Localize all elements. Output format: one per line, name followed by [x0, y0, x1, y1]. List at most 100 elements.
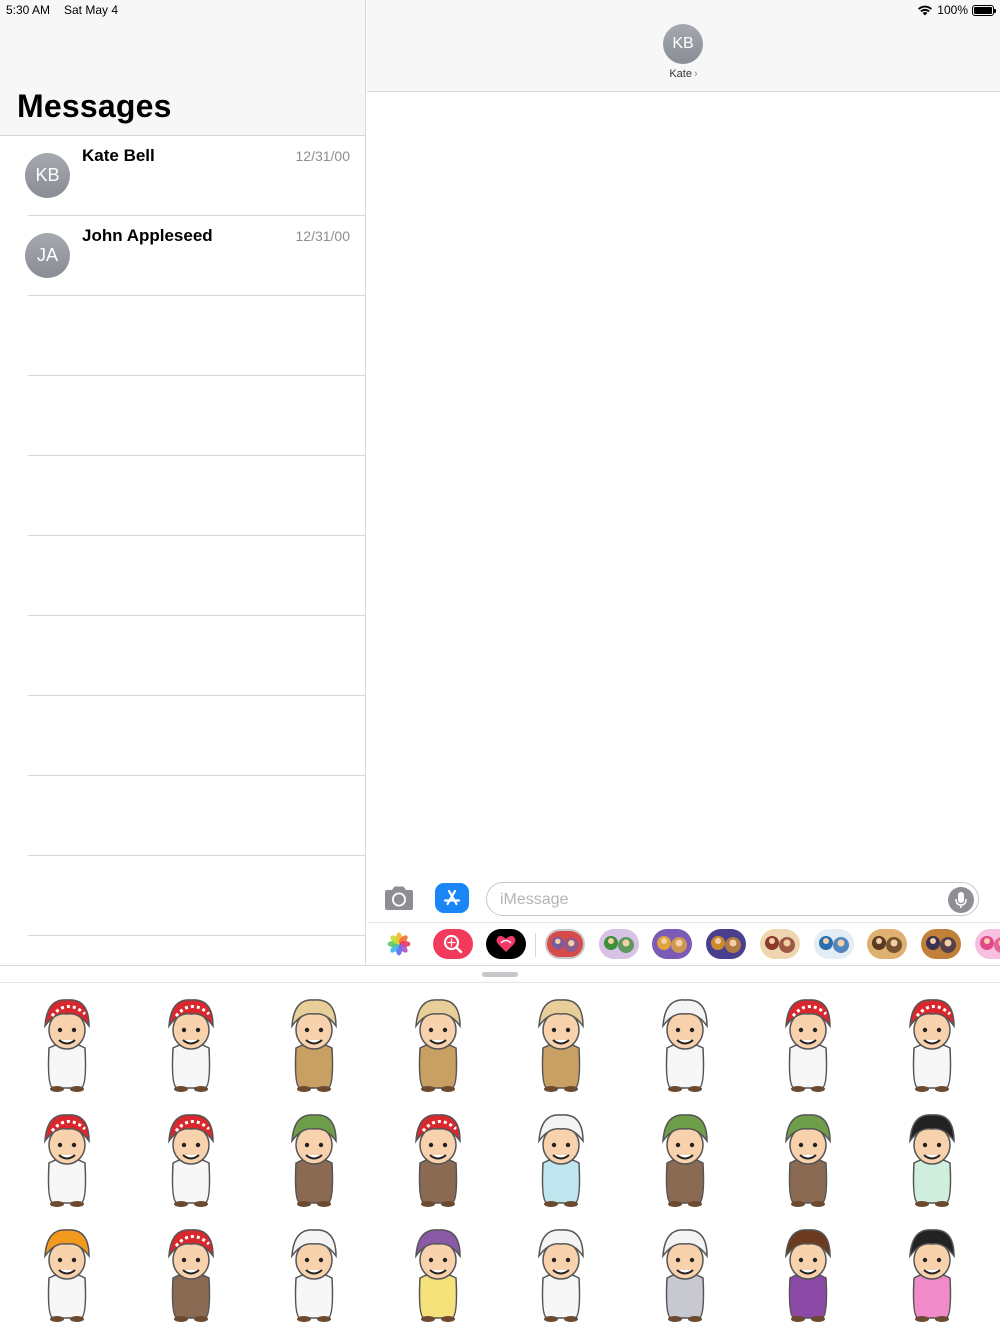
- message-input[interactable]: iMessage: [486, 882, 979, 916]
- drawer-divider: [0, 982, 1000, 983]
- status-time: 5:30 AM: [6, 3, 51, 17]
- sticker-boy-waving-tan[interactable]: [502, 986, 620, 1098]
- conversation-name: John Appleseed: [82, 226, 213, 245]
- sticker-girl-hijab-pink-image: [908, 1229, 955, 1322]
- photos-app-button[interactable]: [379, 929, 419, 959]
- sticker-man-dancing-red-ghutra-image: [785, 999, 831, 1092]
- sticker-pack-6-icon: [818, 936, 849, 953]
- sticker-app-drawer: [0, 965, 1000, 1334]
- sticker-pack-2-button[interactable]: [598, 929, 639, 959]
- conversation-row-john-appleseed[interactable]: JA John Appleseed 12/31/00: [0, 216, 365, 296]
- sticker-man-glasses-light-blue-image: [538, 1114, 584, 1207]
- sticker-girl-hijab-pink[interactable]: [873, 1216, 991, 1328]
- sticker-man-reading-newspaper-image: [44, 1229, 90, 1322]
- sticker-boy-red-ghutra-sitting-image: [44, 999, 90, 1092]
- app-store-icon: [443, 889, 461, 906]
- contact-name: Kate: [669, 68, 692, 80]
- sticker-man-yellow-robe-image: [414, 1229, 461, 1322]
- sticker-boy-red-ghutra-standing[interactable]: [132, 986, 250, 1098]
- sticker-man-green-turban-brown[interactable]: [255, 1101, 373, 1213]
- sticker-pack-7-button[interactable]: [867, 929, 908, 959]
- sticker-boy-jumping-red-ghutra[interactable]: [379, 1101, 497, 1213]
- microphone-icon: [955, 892, 967, 908]
- sticker-pack-8-icon: [925, 936, 956, 953]
- sticker-man-yellow-robe[interactable]: [379, 1216, 497, 1328]
- dictation-button[interactable]: [948, 887, 974, 913]
- sticker-boy-turban-brown-robe-image: [291, 999, 337, 1092]
- digital-touch-app-button[interactable]: [486, 929, 526, 959]
- empty-row: [0, 616, 365, 696]
- sticker-pack-8-button[interactable]: [920, 929, 961, 959]
- sticker-girl-flag-purple-dress-image: [785, 1229, 831, 1322]
- camera-button[interactable]: [382, 884, 416, 912]
- sticker-pack-1-button[interactable]: [545, 929, 585, 959]
- camera-icon: [385, 886, 413, 910]
- sticker-chef-thinking[interactable]: [255, 1216, 373, 1328]
- avatar: JA: [25, 233, 70, 278]
- search-images-app-icon: [443, 934, 463, 954]
- sticker-man-green-turban-brown-image: [291, 1114, 337, 1207]
- conversation-date: 12/31/00: [295, 148, 351, 164]
- sticker-boy-red-ghutra-sitting[interactable]: [8, 986, 126, 1098]
- sticker-man-orange-face-green-robe[interactable]: [873, 1101, 991, 1213]
- sticker-pack-2-icon: [603, 936, 634, 953]
- sticker-boy-backpack-running-image: [414, 999, 461, 1092]
- sticker-girl-flag-purple-dress[interactable]: [749, 1216, 867, 1328]
- sticker-man-reading-newspaper[interactable]: [8, 1216, 126, 1328]
- sticker-man-white-cap-standing[interactable]: [502, 1216, 620, 1328]
- sticker-man-green-cap-brown-image: [661, 1114, 708, 1207]
- sticker-man-waving-white[interactable]: [132, 1101, 250, 1213]
- photos-app-icon: [387, 932, 411, 956]
- conversation-row-kate-bell[interactable]: KB Kate Bell 12/31/00: [0, 136, 365, 216]
- contact-name-link[interactable]: Kate ›: [367, 68, 1000, 80]
- sticker-man-glasses-light-blue[interactable]: [502, 1101, 620, 1213]
- sticker-man-red-ghutra-thinking-image: [44, 1114, 90, 1207]
- sticker-man-red-ghutra-pointing[interactable]: [873, 986, 991, 1098]
- sticker-man-shouting-red-ghutra[interactable]: [132, 1216, 250, 1328]
- app-store-button[interactable]: [435, 883, 469, 913]
- sticker-man-dancing-grey[interactable]: [626, 1216, 744, 1328]
- sticker-pack-5-button[interactable]: [759, 929, 800, 959]
- page-title: Messages: [17, 88, 172, 124]
- avatar: KB: [25, 153, 70, 198]
- status-bar: 5:30 AM Sat May 4 100%: [0, 0, 1000, 20]
- sticker-pack-9-button[interactable]: [974, 929, 1000, 959]
- sticker-man-white-cap-standing-image: [538, 1229, 584, 1322]
- sticker-man-green-cap-brown[interactable]: [626, 1101, 744, 1213]
- wifi-icon: [918, 5, 933, 16]
- sticker-pack-4-button[interactable]: [706, 929, 747, 959]
- sticker-man-dancing-grey-image: [661, 1229, 708, 1322]
- sticker-boy-waving-tan-image: [538, 999, 584, 1092]
- sticker-pack-5-icon: [764, 936, 795, 953]
- sticker-man-red-ghutra-pointing-image: [908, 999, 955, 1092]
- sticker-pack-3-icon: [657, 936, 688, 953]
- sticker-boy-backpack-running[interactable]: [379, 986, 497, 1098]
- imessage-app-strip: [367, 922, 1000, 965]
- conversation-list-pane: Messages KB Kate Bell 12/31/00 JA John A…: [0, 0, 366, 1016]
- sticker-man-laughing-white-image: [661, 999, 708, 1092]
- sticker-man-green-cap-sitting[interactable]: [749, 1101, 867, 1213]
- battery-icon: [972, 4, 996, 16]
- sticker-man-red-ghutra-thinking[interactable]: [8, 1101, 126, 1213]
- sticker-man-orange-face-green-robe-image: [908, 1114, 955, 1207]
- empty-row: [0, 456, 365, 536]
- battery-fill: [974, 6, 992, 14]
- sticker-boy-turban-brown-robe[interactable]: [255, 986, 373, 1098]
- conversation-date: 12/31/00: [295, 228, 351, 244]
- sticker-pack-3-button[interactable]: [652, 929, 693, 959]
- drawer-grabber-handle[interactable]: [482, 972, 518, 977]
- empty-row: [0, 376, 365, 456]
- sticker-pack-1-icon: [551, 936, 579, 953]
- sidebar-header: Messages: [0, 0, 365, 136]
- sticker-man-waving-white-image: [167, 1114, 214, 1207]
- sticker-pack-6-button[interactable]: [813, 929, 854, 959]
- chevron-right-icon: ›: [693, 68, 698, 80]
- conversation-name: Kate Bell: [82, 146, 155, 165]
- sticker-chef-thinking-image: [291, 1229, 337, 1322]
- sticker-man-dancing-red-ghutra[interactable]: [749, 986, 867, 1098]
- sticker-man-laughing-white[interactable]: [626, 986, 744, 1098]
- images-search-app-button[interactable]: [433, 929, 473, 959]
- sticker-man-shouting-red-ghutra-image: [167, 1229, 214, 1322]
- contact-avatar[interactable]: KB: [663, 24, 703, 64]
- sticker-pack-7-icon: [872, 936, 903, 953]
